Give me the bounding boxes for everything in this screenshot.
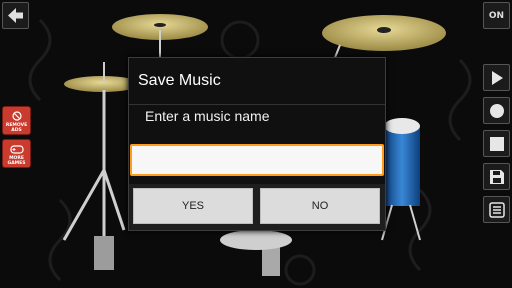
save-button[interactable]	[483, 163, 510, 190]
stop-icon	[489, 136, 504, 151]
play-icon	[491, 70, 503, 85]
list-icon	[488, 201, 505, 218]
save-music-dialog: Save Music Enter a music name YES NO	[128, 57, 386, 231]
on-toggle-button[interactable]: ON	[483, 2, 510, 29]
stop-button[interactable]	[483, 130, 510, 157]
back-button[interactable]	[2, 2, 29, 29]
dialog-button-row: YES NO	[129, 184, 385, 230]
dialog-title: Save Music	[138, 72, 221, 89]
more-games-button[interactable]: MORE GAMES	[2, 139, 31, 168]
list-button[interactable]	[483, 196, 510, 223]
more-games-label: MORE GAMES	[7, 156, 26, 166]
no-button[interactable]: NO	[260, 188, 380, 224]
save-icon	[489, 169, 504, 184]
dialog-divider	[129, 104, 385, 105]
record-icon	[489, 103, 504, 118]
record-button[interactable]	[483, 97, 510, 124]
yes-button-label: YES	[181, 200, 204, 212]
remove-ads-label: REMOVE ADS	[5, 123, 28, 133]
no-button-label: NO	[311, 200, 329, 212]
no-ads-icon	[11, 111, 22, 121]
dialog-message: Enter a music name	[145, 108, 270, 124]
on-toggle-label: ON	[488, 10, 505, 21]
gamepad-icon	[9, 145, 24, 154]
arrow-left-icon	[8, 8, 23, 23]
music-name-input[interactable]	[130, 144, 384, 176]
yes-button[interactable]: YES	[133, 188, 253, 224]
play-button[interactable]	[483, 64, 510, 91]
remove-ads-button[interactable]: REMOVE ADS	[2, 106, 31, 135]
